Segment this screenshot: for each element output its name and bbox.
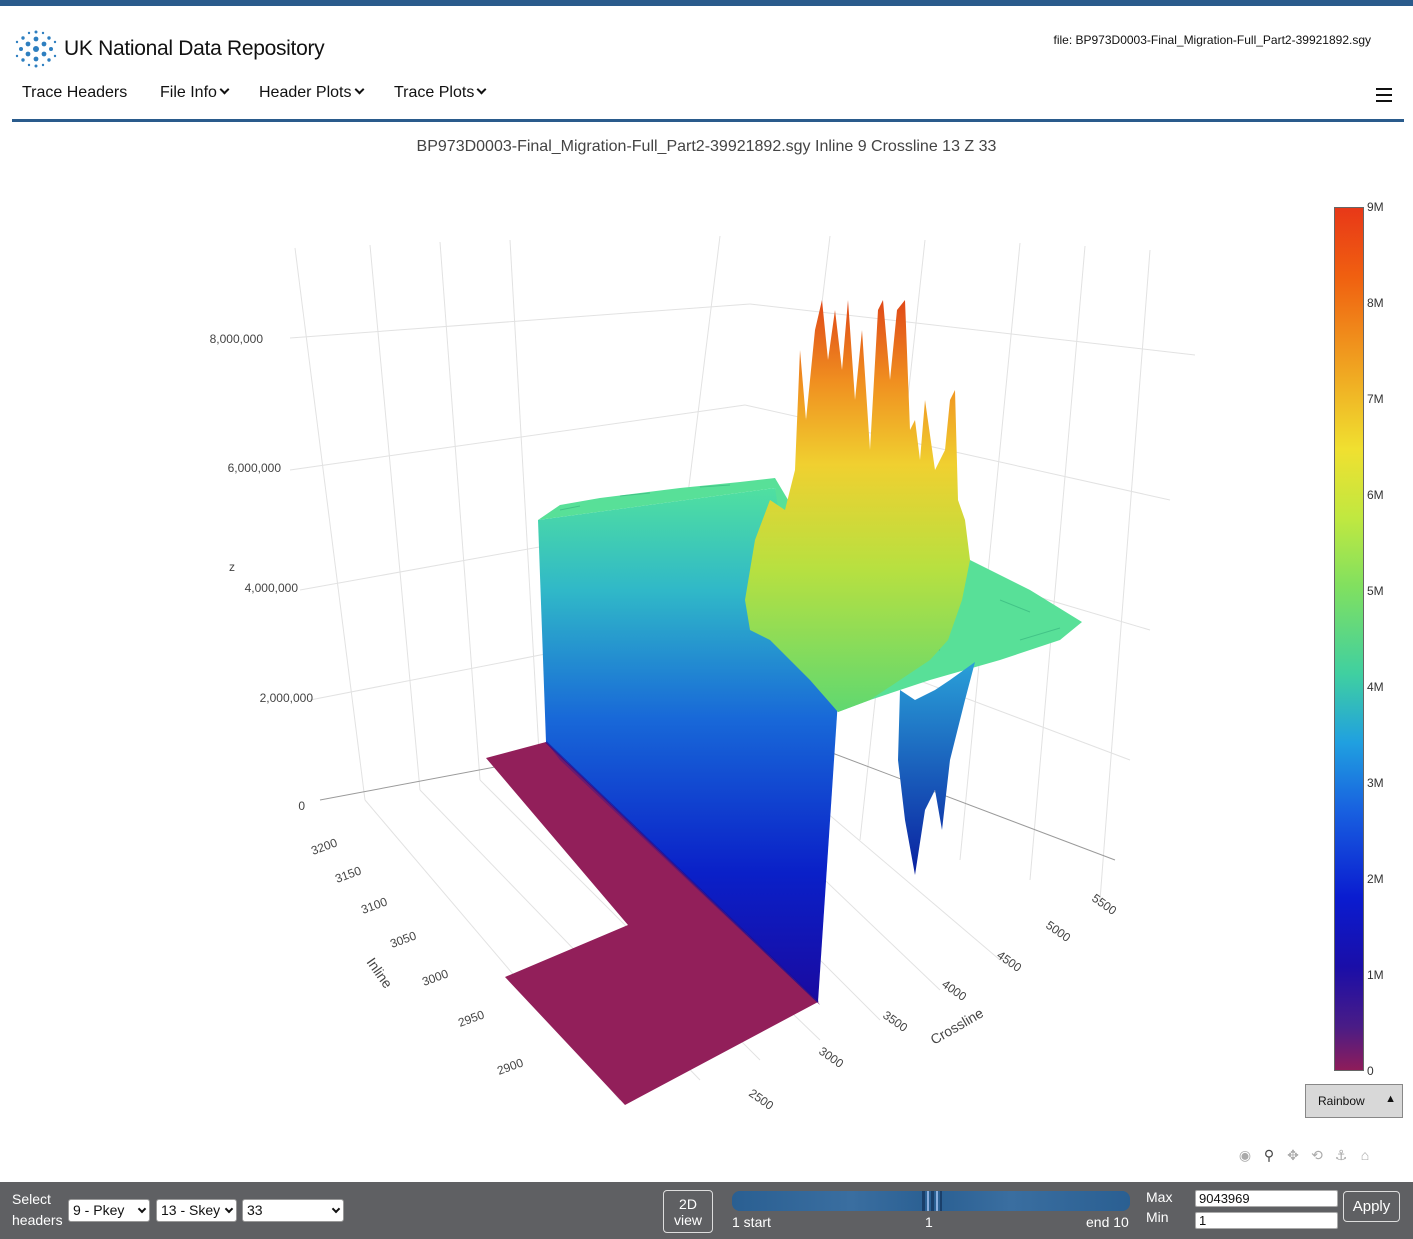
colorbar-tick-label: 2M — [1367, 872, 1384, 886]
chevron-down-icon — [331, 1204, 341, 1214]
z-tick-label: 4,000,000 — [245, 581, 299, 595]
app-title: UK National Data Repository — [64, 37, 325, 60]
chevron-down-icon — [137, 1204, 147, 1214]
nav-label: Header Plots — [259, 84, 352, 101]
plot-modebar: ◉ ⚲ ✥ ⟲ ⚓ ⌂ — [1236, 1146, 1374, 1164]
inline-axis-title: Inline — [364, 955, 396, 992]
z-value: 33 — [247, 1202, 263, 1218]
crossline-tick-label: 5000 — [1043, 918, 1073, 945]
slider-density-icon — [732, 1191, 1130, 1211]
z-tick-label: 2,000,000 — [260, 691, 314, 705]
colorbar-tick-label: 7M — [1367, 392, 1384, 406]
surface-dip — [898, 662, 975, 875]
inline-tick-label: 2950 — [456, 1007, 486, 1029]
colorbar-tick-label: 1M — [1367, 968, 1384, 982]
crossline-tick-label: 5500 — [1089, 891, 1119, 918]
inline-tick-label: 3150 — [333, 863, 363, 885]
nav-trace-plots[interactable]: Trace Plots — [394, 84, 487, 102]
home-icon[interactable]: ⌂ — [1356, 1146, 1374, 1164]
colorbar-tick-label: 4M — [1367, 680, 1384, 694]
nav-label: Trace Plots — [394, 84, 475, 101]
chevron-down-icon — [354, 84, 364, 95]
2d-view-button[interactable]: 2D view — [663, 1190, 713, 1233]
colorbar-tick-label: 5M — [1367, 584, 1384, 598]
main-nav: Trace Headers File Info Header Plots Tra… — [12, 82, 1404, 122]
zoom-icon[interactable]: ⚲ — [1260, 1146, 1278, 1164]
orbit-icon[interactable]: ⟲ — [1308, 1146, 1326, 1164]
trace-range-slider[interactable] — [732, 1191, 1130, 1211]
chevron-down-icon — [476, 84, 487, 95]
colorbar-tick-label: 3M — [1367, 776, 1384, 790]
colorbar-tick-label: 6M — [1367, 488, 1384, 502]
crossline-tick-label: 4500 — [994, 948, 1024, 975]
pkey-select[interactable]: 9 - Pkey — [68, 1199, 150, 1222]
camera-icon[interactable]: ◉ — [1236, 1146, 1254, 1164]
z-tick-label: 8,000,000 — [210, 332, 264, 346]
z-tick-label: 0 — [298, 799, 305, 813]
footer-controls: Select headers 9 - Pkey 13 - Skey 33 2D … — [0, 1182, 1413, 1239]
pan-icon[interactable]: ✥ — [1284, 1146, 1302, 1164]
crossline-tick-label: 2500 — [746, 1086, 776, 1113]
inline-tick-labels: 3200 3150 3100 3050 3000 2950 2900 — [309, 835, 525, 1077]
surface-plot-3d[interactable]: 8,000,000 6,000,000 4,000,000 2,000,000 … — [0, 160, 1300, 1120]
pkey-value: 9 - Pkey — [73, 1202, 125, 1218]
apply-button[interactable]: Apply — [1343, 1191, 1400, 1222]
skey-select[interactable]: 13 - Skey — [156, 1199, 237, 1222]
chevron-down-icon — [224, 1204, 234, 1214]
max-input[interactable]: 9043969 — [1195, 1190, 1338, 1207]
select-headers-label-1: Select — [12, 1191, 51, 1207]
nav-label: File Info — [160, 84, 217, 101]
min-input[interactable]: 1 — [1195, 1212, 1338, 1229]
max-label: Max — [1146, 1189, 1173, 1205]
plot-title: BP973D0003-Final_Migration-Full_Part2-39… — [416, 138, 997, 155]
nav-header-plots[interactable]: Header Plots — [259, 84, 364, 102]
view-btn-line1: 2D — [679, 1196, 697, 1212]
crossline-tick-label: 3500 — [880, 1008, 910, 1035]
crossline-axis-title: Crossline — [928, 1004, 987, 1047]
view-btn-line2: view — [673, 1212, 702, 1228]
nav-trace-headers[interactable]: Trace Headers — [22, 84, 127, 102]
triangle-up-icon: ▲ — [1385, 1093, 1396, 1105]
top-accent-bar — [0, 0, 1413, 6]
inline-tick-label: 3200 — [309, 835, 339, 857]
colorbar-tick-label: 8M — [1367, 296, 1384, 310]
turntable-icon[interactable]: ⚓ — [1332, 1146, 1350, 1164]
z-axis-title: z — [229, 560, 235, 574]
colorbar — [1334, 207, 1364, 1071]
slider-start-label: 1 start — [732, 1214, 771, 1230]
inline-tick-label: 3050 — [388, 928, 418, 950]
hamburger-icon[interactable] — [1376, 88, 1392, 102]
app-logo[interactable]: UK National Data Repository — [14, 30, 325, 68]
skey-value: 13 - Skey — [161, 1202, 221, 1218]
slider-end-label: end 10 — [1086, 1214, 1129, 1230]
colorbar-tick-label: 0 — [1367, 1064, 1374, 1078]
crossline-tick-label: 3000 — [816, 1044, 846, 1071]
colorscale-label: Rainbow — [1318, 1094, 1365, 1108]
chevron-down-icon — [219, 84, 230, 95]
inline-tick-label: 3000 — [420, 966, 450, 988]
min-label: Min — [1146, 1209, 1169, 1225]
ndr-logo-icon — [15, 30, 57, 68]
z-select[interactable]: 33 — [242, 1199, 344, 1222]
inline-tick-label: 3100 — [359, 894, 389, 916]
z-tick-label: 6,000,000 — [228, 461, 282, 475]
nav-label: Trace Headers — [22, 84, 128, 101]
select-headers-label-2: headers — [12, 1212, 63, 1228]
colorbar-tick-label: 9M — [1367, 200, 1384, 214]
inline-tick-label: 2900 — [495, 1055, 525, 1077]
slider-current-label: 1 — [925, 1214, 933, 1230]
crossline-tick-label: 4000 — [939, 977, 969, 1004]
z-tick-labels: 8,000,000 6,000,000 4,000,000 2,000,000 … — [210, 332, 314, 813]
file-label: file: BP973D0003-Final_Migration-Full_Pa… — [1053, 33, 1371, 47]
nav-file-info[interactable]: File Info — [160, 84, 230, 102]
colorscale-dropdown[interactable]: Rainbow ▲ — [1305, 1084, 1403, 1118]
